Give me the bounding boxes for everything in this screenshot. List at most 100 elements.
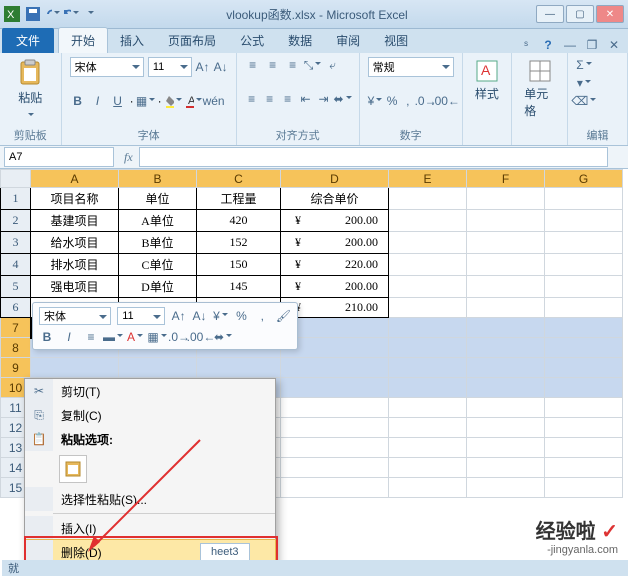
mini-comma-icon[interactable]: ,	[255, 308, 270, 324]
mini-percent-icon[interactable]: %	[234, 308, 249, 324]
align-middle-icon[interactable]: ≡	[265, 57, 281, 73]
cell[interactable]: 综合单价	[281, 188, 389, 210]
cell[interactable]	[545, 318, 623, 338]
cell[interactable]: 单位	[119, 188, 197, 210]
cell[interactable]	[545, 398, 623, 418]
help-icon[interactable]: ?	[540, 37, 556, 53]
cell[interactable]: 200.00	[281, 276, 389, 298]
cell[interactable]	[389, 210, 467, 232]
col-header[interactable]: D	[281, 170, 389, 188]
close-button[interactable]: ✕	[596, 5, 624, 23]
ctx-copy[interactable]: ⎘ 复制(C)	[25, 403, 275, 427]
merge-center-icon[interactable]: ⬌	[335, 91, 351, 107]
number-format-select[interactable]: 常规	[368, 57, 454, 77]
paste-option-all[interactable]	[59, 455, 87, 483]
row-header[interactable]: 1	[1, 188, 31, 210]
font-name-select[interactable]: 宋体	[70, 57, 144, 77]
cell[interactable]: C单位	[119, 254, 197, 276]
cell[interactable]	[197, 358, 281, 378]
cell[interactable]	[389, 254, 467, 276]
cell[interactable]	[467, 378, 545, 398]
cell[interactable]: 145	[197, 276, 281, 298]
orientation-icon[interactable]: ⤡	[305, 57, 321, 73]
cell[interactable]	[467, 458, 545, 478]
cell[interactable]	[281, 438, 389, 458]
mdi-minimize-icon[interactable]: —	[562, 37, 578, 53]
ribbon-minimize-icon[interactable]: ˢ	[518, 37, 534, 53]
cells-button[interactable]: 单元格	[520, 57, 559, 121]
mini-merge-icon[interactable]: ⬌	[215, 329, 231, 345]
formula-input[interactable]	[139, 147, 608, 167]
mini-font-color-icon[interactable]: A	[127, 329, 143, 345]
cell[interactable]	[545, 188, 623, 210]
decrease-indent-icon[interactable]: ⇤	[299, 91, 313, 107]
mdi-close-icon[interactable]: ✕	[606, 37, 622, 53]
cell[interactable]	[545, 210, 623, 232]
row-header[interactable]: 7	[1, 318, 31, 338]
row-header[interactable]: 9	[1, 358, 31, 378]
fill-icon[interactable]: ▾	[576, 75, 592, 91]
mini-italic-icon[interactable]: I	[61, 329, 77, 345]
comma-icon[interactable]: ,	[402, 93, 414, 109]
row-header[interactable]: 5	[1, 276, 31, 298]
underline-icon[interactable]: U	[110, 93, 126, 109]
cell[interactable]	[467, 318, 545, 338]
save-icon[interactable]	[25, 6, 41, 22]
mini-decrease-font-icon[interactable]: A↓	[192, 308, 207, 324]
mini-format-painter-icon[interactable]: 🖌	[276, 308, 291, 324]
decrease-decimal-icon[interactable]: .00←	[438, 93, 454, 109]
cell[interactable]: 200.00	[281, 232, 389, 254]
tab-data[interactable]: 数据	[276, 28, 324, 53]
cell[interactable]	[467, 438, 545, 458]
col-header[interactable]: F	[467, 170, 545, 188]
cell[interactable]: 项目名称	[31, 188, 119, 210]
cell[interactable]: A单位	[119, 210, 197, 232]
maximize-button[interactable]: ▢	[566, 5, 594, 23]
cell[interactable]	[389, 318, 467, 338]
qat-customize-icon[interactable]	[82, 6, 98, 22]
tab-formulas[interactable]: 公式	[228, 28, 276, 53]
undo-icon[interactable]	[44, 6, 60, 22]
col-header[interactable]: E	[389, 170, 467, 188]
cell[interactable]: 152	[197, 232, 281, 254]
mini-increase-decimal-icon[interactable]: .0→	[171, 329, 187, 345]
mini-decrease-decimal-icon[interactable]: .00←	[193, 329, 209, 345]
tab-review[interactable]: 审阅	[324, 28, 372, 53]
paste-dropdown-icon[interactable]	[26, 108, 34, 122]
tab-file[interactable]: 文件	[2, 28, 54, 53]
align-left-icon[interactable]: ≡	[245, 91, 259, 107]
cell[interactable]	[545, 458, 623, 478]
tab-page-layout[interactable]: 页面布局	[156, 28, 228, 53]
cell[interactable]	[281, 398, 389, 418]
cell[interactable]: 220.00	[281, 254, 389, 276]
mini-fill-color-icon[interactable]: ▬	[105, 329, 121, 345]
row-header[interactable]: 2	[1, 210, 31, 232]
mdi-restore-icon[interactable]: ❐	[584, 37, 600, 53]
cell[interactable]: 强电项目	[31, 276, 119, 298]
cell[interactable]	[281, 358, 389, 378]
cell[interactable]	[467, 210, 545, 232]
cell[interactable]	[389, 276, 467, 298]
select-all-corner[interactable]	[1, 170, 31, 188]
col-header[interactable]: B	[119, 170, 197, 188]
cell[interactable]	[389, 338, 467, 358]
cell[interactable]	[467, 398, 545, 418]
mini-toolbar[interactable]: 宋体 11 A↑ A↓ ¥ % , 🖌 B I ≡ ▬ A ▦ .0→ .00←…	[32, 302, 298, 350]
font-size-select[interactable]: 11	[148, 57, 192, 77]
cell[interactable]	[389, 438, 467, 458]
cell[interactable]	[545, 418, 623, 438]
cell[interactable]: B单位	[119, 232, 197, 254]
cell[interactable]	[389, 298, 467, 318]
name-box[interactable]: A7	[4, 147, 114, 167]
cell[interactable]	[545, 254, 623, 276]
fx-icon[interactable]: fx	[118, 150, 139, 165]
cell[interactable]	[389, 398, 467, 418]
cell[interactable]	[467, 188, 545, 210]
cell[interactable]	[467, 232, 545, 254]
cell[interactable]: 工程量	[197, 188, 281, 210]
align-top-icon[interactable]: ≡	[245, 57, 261, 73]
cell[interactable]	[281, 378, 389, 398]
cell[interactable]	[389, 418, 467, 438]
cell[interactable]	[119, 358, 197, 378]
percent-icon[interactable]: %	[386, 93, 398, 109]
